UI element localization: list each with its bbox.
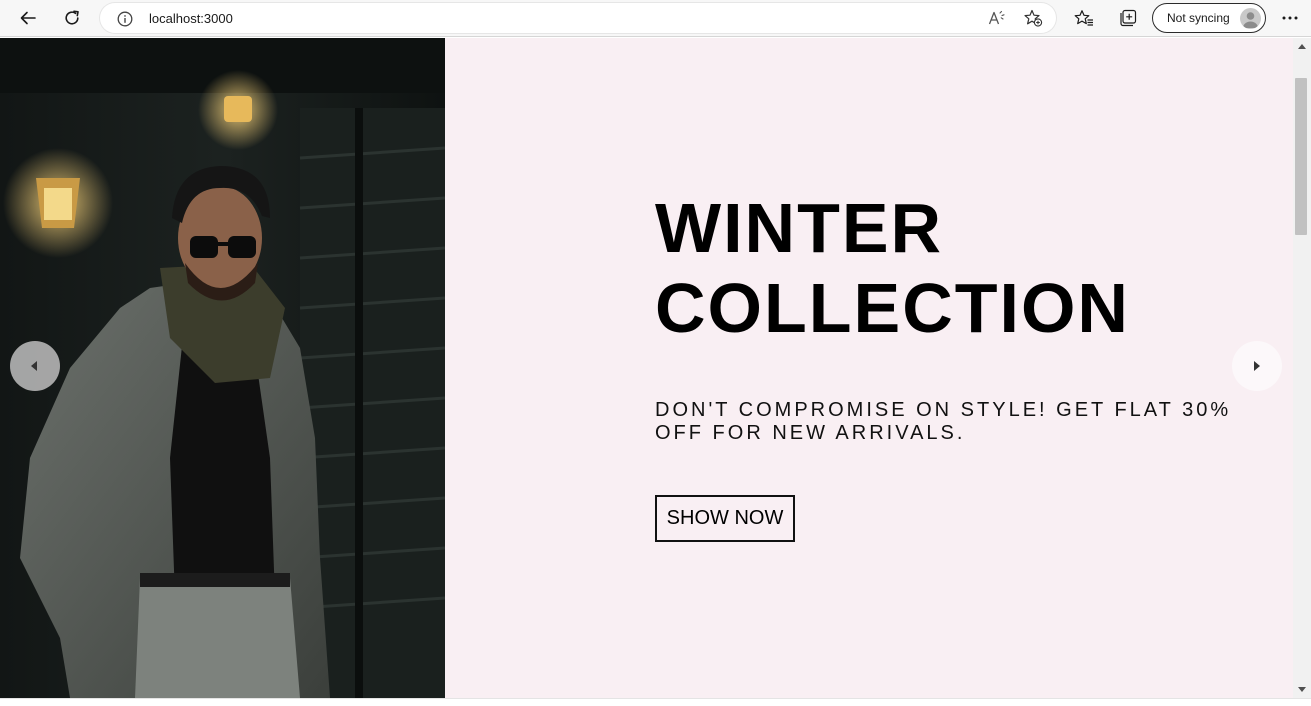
vertical-scrollbar[interactable] [1293,38,1311,698]
back-button[interactable] [13,4,43,32]
show-now-button[interactable]: SHOW NOW [655,495,795,542]
hero-title-line2: COLLECTION [655,269,1130,347]
profile-label: Not syncing [1167,11,1230,25]
slider-next-button[interactable] [1232,341,1282,391]
more-button[interactable] [1275,4,1305,32]
collections-button[interactable] [1113,4,1143,32]
favorites-button[interactable] [1069,4,1099,32]
profile-button[interactable]: Not syncing [1152,3,1266,33]
hero-section: WINTER COLLECTION DON'T COMPROMISE ON ST… [0,38,1293,698]
back-arrow-icon [20,11,36,25]
scroll-up-icon[interactable] [1293,38,1311,54]
hero-image [0,38,445,698]
triangle-right-icon [1254,361,1260,371]
avatar [1240,8,1261,29]
read-aloud-icon[interactable] [986,8,1008,28]
url-text[interactable]: localhost:3000 [149,11,233,26]
slider-prev-button[interactable] [10,341,60,391]
horizontal-scroll-strip [0,698,1311,706]
scrollbar-thumb[interactable] [1295,78,1307,235]
refresh-icon [65,10,79,25]
more-icon [1282,16,1298,20]
hero-subtitle: DON'T COMPROMISE ON STYLE! GET FLAT 30% … [655,399,1232,444]
info-icon[interactable] [116,10,133,27]
scroll-down-icon[interactable] [1293,682,1311,698]
favorites-icon [1074,10,1093,26]
browser-toolbar: localhost:3000 Not syncing [0,0,1311,37]
collections-icon [1120,9,1137,27]
address-bar[interactable]: localhost:3000 [100,3,1056,33]
hero-content: WINTER COLLECTION DON'T COMPROMISE ON ST… [655,38,1255,698]
refresh-button[interactable] [57,4,87,32]
add-favorite-icon[interactable] [1022,8,1044,28]
triangle-left-icon [31,361,37,371]
hero-title: WINTER COLLECTION [655,188,1255,348]
hero-title-line1: WINTER [655,189,944,267]
